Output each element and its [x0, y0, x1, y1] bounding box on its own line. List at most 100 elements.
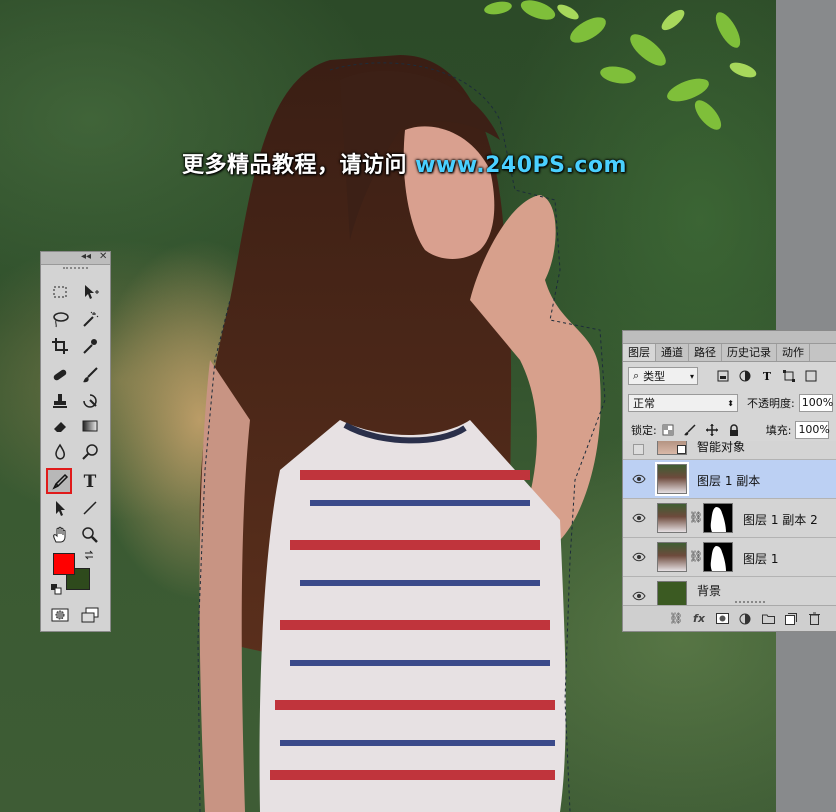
visibility-toggle-off[interactable]: [633, 444, 644, 455]
link-layers-icon[interactable]: ⛓: [669, 612, 683, 626]
gradient-tool[interactable]: [79, 415, 101, 437]
gradient-icon: [82, 420, 98, 432]
filter-type-icon[interactable]: T: [761, 370, 773, 383]
lock-pixels-icon[interactable]: [683, 424, 696, 436]
quick-mask-icon: [51, 608, 69, 622]
collapse-icon[interactable]: ◂◂: [81, 250, 91, 264]
hand-tool[interactable]: [49, 524, 71, 546]
add-mask-icon[interactable]: [715, 612, 729, 626]
panel-resize-grip[interactable]: [735, 601, 765, 603]
chevron-down-icon: ▾: [689, 371, 694, 381]
layer-mask-thumbnail[interactable]: [703, 503, 733, 533]
lasso-tool[interactable]: [49, 308, 71, 330]
quick-mask-button[interactable]: [49, 604, 71, 626]
filter-adjustment-icon[interactable]: [739, 370, 751, 382]
close-icon[interactable]: ✕: [99, 250, 107, 264]
trash-icon[interactable]: [807, 612, 821, 626]
magic-wand-tool[interactable]: [79, 308, 101, 330]
healing-brush-tool[interactable]: [49, 364, 71, 386]
foreground-color-swatch[interactable]: [53, 553, 75, 575]
layers-panel: 图层 通道 路径 历史记录 动作 ⌕ 类型 ▾ T 正常 ⬍ 不透明度: 100…: [622, 330, 836, 632]
eyedropper-tool[interactable]: [79, 335, 101, 357]
screen-mode-button[interactable]: [79, 604, 101, 626]
brush-tool[interactable]: [79, 364, 101, 386]
eraser-tool[interactable]: [49, 415, 71, 437]
move-tool[interactable]: [79, 281, 101, 303]
fill-label: 填充:: [765, 424, 792, 437]
layer-row[interactable]: ⛓ 图层 1 副本 2: [623, 499, 836, 538]
type-icon: T: [83, 472, 97, 492]
layer-list[interactable]: 智能对象 图层 1 副本 ⛓ 图层 1 副本 2 ⛓ 图层 1 背景: [623, 441, 836, 605]
tab-history[interactable]: 历史记录: [722, 344, 777, 361]
move-icon: [85, 285, 99, 299]
default-colors-icon: [51, 584, 62, 595]
screen-mode-icon: [81, 607, 99, 623]
eye-icon[interactable]: [632, 550, 646, 564]
tab-layers[interactable]: 图层: [623, 344, 656, 361]
eye-icon[interactable]: [632, 589, 646, 603]
leaves-decoration: [484, 0, 757, 130]
tools-panel-titlebar[interactable]: ◂◂ ✕: [41, 250, 110, 265]
layer-row-background[interactable]: 背景: [623, 577, 836, 605]
dodge-tool[interactable]: [79, 441, 101, 463]
smart-object-badge-icon: [677, 445, 686, 454]
filter-smart-object-icon[interactable]: [805, 370, 817, 382]
swap-colors-button[interactable]: [81, 548, 97, 562]
layer-name[interactable]: 智能对象: [697, 441, 745, 455]
eyedropper-icon: [83, 339, 97, 354]
new-group-icon[interactable]: [761, 612, 775, 626]
filter-shape-icon[interactable]: [783, 370, 795, 382]
lock-position-icon[interactable]: [705, 424, 718, 436]
crop-tool[interactable]: [49, 335, 71, 357]
history-brush-icon: [83, 394, 97, 408]
layer-name[interactable]: 图层 1 副本: [697, 472, 760, 489]
eye-icon[interactable]: [632, 472, 646, 486]
magic-wand-icon: [83, 311, 99, 327]
blend-mode-select[interactable]: 正常 ⬍: [628, 394, 738, 412]
pen-tool[interactable]: [46, 468, 72, 494]
line-tool[interactable]: [79, 497, 101, 519]
layer-mask-thumbnail[interactable]: [703, 542, 733, 572]
layer-row[interactable]: ⛓ 图层 1: [623, 538, 836, 577]
adjustment-layer-icon[interactable]: [738, 612, 752, 626]
path-selection-icon: [56, 501, 65, 516]
opacity-input[interactable]: 100%: [798, 394, 833, 412]
default-colors-button[interactable]: [49, 582, 63, 596]
eye-icon[interactable]: [632, 511, 646, 525]
layer-row-selected[interactable]: 图层 1 副本: [623, 460, 836, 499]
lock-label: 锁定:: [631, 424, 657, 437]
marquee-tool[interactable]: [49, 281, 71, 303]
clone-stamp-icon: [53, 394, 67, 408]
clone-stamp-tool[interactable]: [49, 390, 71, 412]
panel-tabs: 图层 通道 路径 历史记录 动作: [623, 344, 836, 362]
filter-kind-value: 类型: [643, 370, 666, 383]
link-mask-icon[interactable]: ⛓: [689, 550, 703, 563]
layer-thumbnail: [657, 581, 687, 605]
blur-tool[interactable]: [49, 441, 71, 463]
history-brush-tool[interactable]: [79, 390, 101, 412]
fill-input[interactable]: 100%: [795, 421, 830, 439]
layer-style-fx-button[interactable]: fx: [692, 612, 706, 626]
tab-channels[interactable]: 通道: [656, 344, 689, 361]
path-selection-tool[interactable]: [49, 497, 71, 519]
lock-all-icon[interactable]: [728, 424, 740, 436]
eraser-icon: [54, 422, 66, 432]
layers-panel-titlebar[interactable]: [623, 331, 836, 344]
lock-transparent-icon[interactable]: [662, 424, 674, 436]
panel-grip[interactable]: [63, 267, 88, 277]
filter-pixel-icon[interactable]: [717, 370, 729, 382]
layer-name[interactable]: 背景: [697, 582, 721, 599]
new-layer-icon[interactable]: [784, 612, 798, 626]
tab-actions[interactable]: 动作: [777, 344, 810, 361]
tab-paths[interactable]: 路径: [689, 344, 722, 361]
crop-icon: [52, 338, 68, 354]
zoom-icon: [82, 527, 98, 543]
link-mask-icon[interactable]: ⛓: [689, 511, 703, 524]
layer-name[interactable]: 图层 1 副本 2: [743, 511, 818, 528]
mask-silhouette-icon: [710, 546, 726, 571]
type-tool[interactable]: T: [79, 471, 101, 493]
zoom-tool[interactable]: [79, 524, 101, 546]
layer-filter-kind-select[interactable]: ⌕ 类型 ▾: [628, 367, 698, 385]
layer-row-smart-object[interactable]: 智能对象: [623, 441, 836, 460]
layer-name[interactable]: 图层 1: [743, 550, 778, 567]
